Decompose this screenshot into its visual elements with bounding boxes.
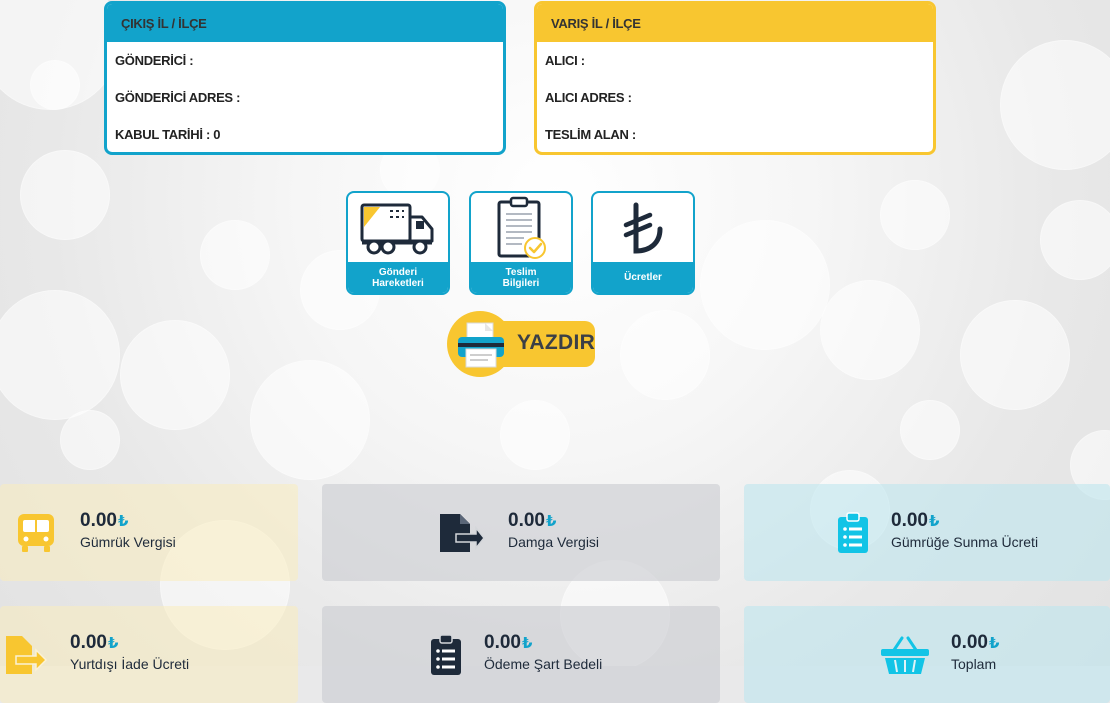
customs-submission-fee-label: Gümrüğe Sunma Ücreti [891,534,1039,550]
truck-icon [360,203,434,254]
return-fee-label: Yurtdışı İade Ücreti [70,656,190,672]
customs-tax-stat: 0.00₺ Gümrük Vergisi [0,484,298,581]
bus-icon [18,514,54,552]
origin-card-header: ÇIKIŞ İL / İLÇE [107,4,503,42]
sender-address-field: GÖNDERİCİ ADRES : [115,90,241,105]
shipment-movements-button[interactable]: Gönderi Hareketleri [346,191,450,295]
clipboard-list-icon [838,512,868,553]
delivery-info-label: Teslim Bilgileri [471,262,571,293]
fees-label: Ücretler [593,262,693,293]
print-label: YAZDIR [517,331,596,354]
fees-button[interactable]: Ücretler [591,191,695,295]
payment-condition-fee-value: 0.00 [484,632,521,653]
lira-symbol: ₺ [928,513,940,530]
destination-card: VARIŞ İL / İLÇE ALICI : ALICI ADRES : TE… [534,1,936,155]
sender-field: GÖNDERİCİ : [115,53,194,68]
payment-condition-fee-stat: 0.00₺ Ödeme Şart Bedeli [322,606,720,703]
lira-symbol: ₺ [545,513,557,530]
customs-tax-value: 0.00 [80,510,117,531]
document-export-icon [440,514,485,552]
total-label: Toplam [951,656,997,672]
receiver-field: ALICI : [545,53,585,68]
return-fee-stat: 0.00₺ Yurtdışı İade Ücreti [0,606,298,703]
delivered-to-field: TESLİM ALAN : [545,127,636,142]
print-button[interactable]: YAZDIR [447,311,597,379]
delivery-info-button[interactable]: Teslim Bilgileri [469,191,573,295]
clipboard-check-icon [497,196,546,259]
receiver-address-field: ALICI ADRES : [545,90,632,105]
payment-condition-fee-label: Ödeme Şart Bedeli [484,656,603,672]
customs-tax-label: Gümrük Vergisi [80,534,176,550]
stamp-tax-stat: 0.00₺ Damga Vergisi [322,484,720,581]
clipboard-list-icon [431,634,461,675]
printer-icon [458,322,504,368]
destination-card-header: VARIŞ İL / İLÇE [537,4,933,42]
stamp-tax-value: 0.00 [508,510,545,531]
lira-symbol: ₺ [117,513,129,530]
lira-icon [623,202,663,254]
basket-icon [881,636,929,674]
customs-submission-fee-value: 0.00 [891,510,928,531]
total-stat: 0.00₺ Toplam [744,606,1110,703]
total-value: 0.00 [951,632,988,653]
origin-card: ÇIKIŞ İL / İLÇE GÖNDERİCİ : GÖNDERİCİ AD… [104,1,506,155]
lira-symbol: ₺ [107,635,119,652]
lira-symbol: ₺ [521,635,533,652]
stamp-tax-label: Damga Vergisi [508,534,600,550]
return-fee-value: 0.00 [70,632,107,653]
lira-symbol: ₺ [988,635,1000,652]
customs-submission-fee-stat: 0.00₺ Gümrüğe Sunma Ücreti [744,484,1110,581]
file-arrow-icon [6,636,48,674]
acceptance-date-field: KABUL TARİHİ : 0 [115,127,221,142]
shipment-movements-label: Gönderi Hareketleri [348,262,448,293]
